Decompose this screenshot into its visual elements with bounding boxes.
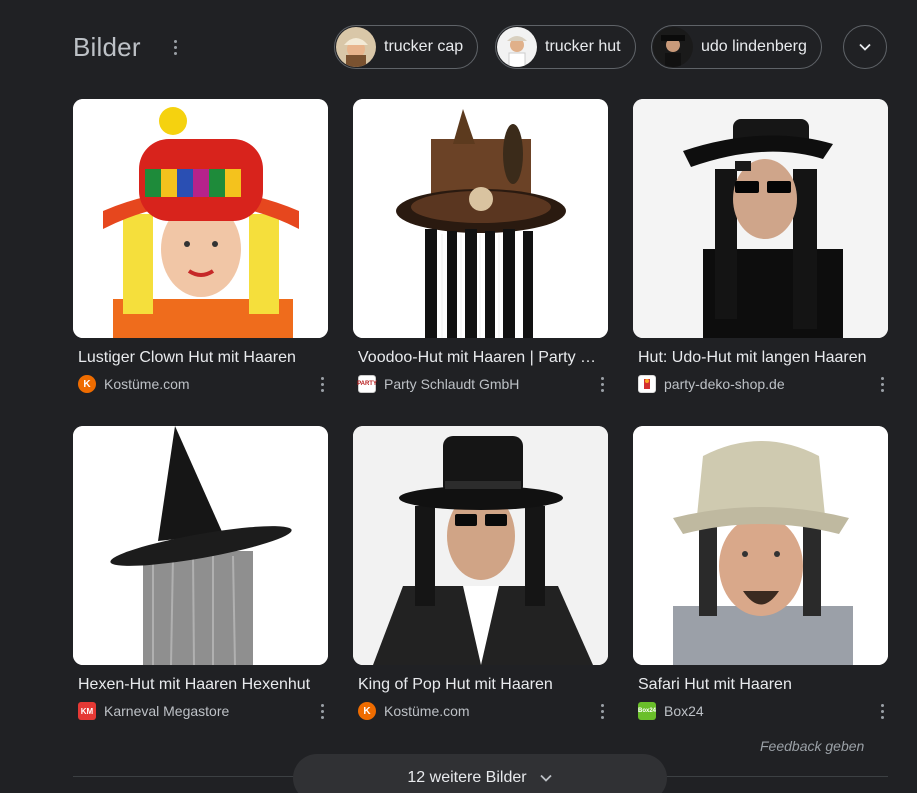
result-more-options-icon[interactable] xyxy=(876,700,888,722)
image-result-card: Safari Hut mit Haaren Box24 Box24 xyxy=(633,426,888,720)
result-title[interactable]: Hexen-Hut mit Haaren Hexenhut xyxy=(78,676,326,694)
result-more-options-icon[interactable] xyxy=(596,373,608,395)
result-title[interactable]: Voodoo-Hut mit Haaren | Party Schlaudt G… xyxy=(358,349,606,367)
more-images-label: 12 weitere Bilder xyxy=(407,769,527,786)
result-source[interactable]: K Kostüme.com xyxy=(78,375,328,393)
result-source[interactable]: K Kostüme.com xyxy=(358,702,608,720)
chip-label: trucker cap xyxy=(384,38,464,55)
images-section: Bilder trucker cap trucker hut udo linde… xyxy=(0,0,917,793)
source-name: Party Schlaudt GmbH xyxy=(384,376,520,392)
image-result-card: Lustiger Clown Hut mit Haaren K Kostüme.… xyxy=(73,99,328,393)
result-more-options-icon[interactable] xyxy=(876,373,888,395)
source-name: Karneval Megastore xyxy=(104,703,230,719)
result-image[interactable] xyxy=(353,426,608,665)
chip-thumbnail-image xyxy=(653,27,693,67)
result-title[interactable]: Safari Hut mit Haaren xyxy=(638,676,886,694)
kostueme-favicon-icon: K xyxy=(358,702,376,720)
chip-trucker-hut[interactable]: trucker hut xyxy=(495,25,636,69)
result-title[interactable]: King of Pop Hut mit Haaren xyxy=(358,676,606,694)
source-name: Kostüme.com xyxy=(104,376,190,392)
result-image[interactable] xyxy=(633,426,888,665)
chip-label: udo lindenberg xyxy=(701,38,807,55)
result-image[interactable] xyxy=(73,99,328,338)
kostueme-favicon-icon: K xyxy=(78,375,96,393)
result-image[interactable] xyxy=(73,426,328,665)
result-more-options-icon[interactable] xyxy=(316,373,328,395)
result-source[interactable]: party-deko-shop.de xyxy=(638,375,888,393)
box24-favicon-icon: Box24 xyxy=(638,702,656,720)
image-result-card: Hut: Udo-Hut mit langen Haaren party-dek… xyxy=(633,99,888,393)
chip-udo-lindenberg[interactable]: udo lindenberg xyxy=(651,25,822,69)
result-source[interactable]: KM Karneval Megastore xyxy=(78,702,328,720)
expand-chips-button[interactable] xyxy=(843,25,887,69)
result-more-options-icon[interactable] xyxy=(316,700,328,722)
source-name: Kostüme.com xyxy=(384,703,470,719)
image-result-card: King of Pop Hut mit Haaren K Kostüme.com xyxy=(353,426,608,720)
result-image[interactable] xyxy=(633,99,888,338)
karneval-megastore-favicon-icon: KM xyxy=(78,702,96,720)
image-result-card: Hexen-Hut mit Haaren Hexenhut KM Karneva… xyxy=(73,426,328,720)
result-source[interactable]: Box24 Box24 xyxy=(638,702,888,720)
source-name: Box24 xyxy=(664,703,704,719)
party-deko-shop-favicon-icon xyxy=(638,375,656,393)
source-name: party-deko-shop.de xyxy=(664,376,785,392)
result-title[interactable]: Lustiger Clown Hut mit Haaren xyxy=(78,349,326,367)
section-title: Bilder xyxy=(73,32,141,62)
chevron-down-icon xyxy=(539,774,552,782)
party-schlaudt-favicon-icon: PARTY xyxy=(357,375,377,393)
result-source[interactable]: PARTY Party Schlaudt GmbH xyxy=(357,373,608,395)
image-result-card: Voodoo-Hut mit Haaren | Party Schlaudt G… xyxy=(353,99,608,393)
chevron-down-icon xyxy=(859,43,871,51)
section-more-options-icon[interactable] xyxy=(166,40,184,62)
more-images-button[interactable]: 12 weitere Bilder xyxy=(293,754,667,793)
chip-label: trucker hut xyxy=(545,38,621,55)
result-more-options-icon[interactable] xyxy=(596,700,608,722)
feedback-link[interactable]: Feedback geben xyxy=(760,738,864,754)
chip-thumbnail-image xyxy=(497,27,537,67)
chip-thumbnail-image xyxy=(336,27,376,67)
result-image[interactable] xyxy=(353,99,608,338)
result-title[interactable]: Hut: Udo-Hut mit langen Haaren xyxy=(638,349,886,367)
chip-trucker-cap[interactable]: trucker cap xyxy=(334,25,479,69)
